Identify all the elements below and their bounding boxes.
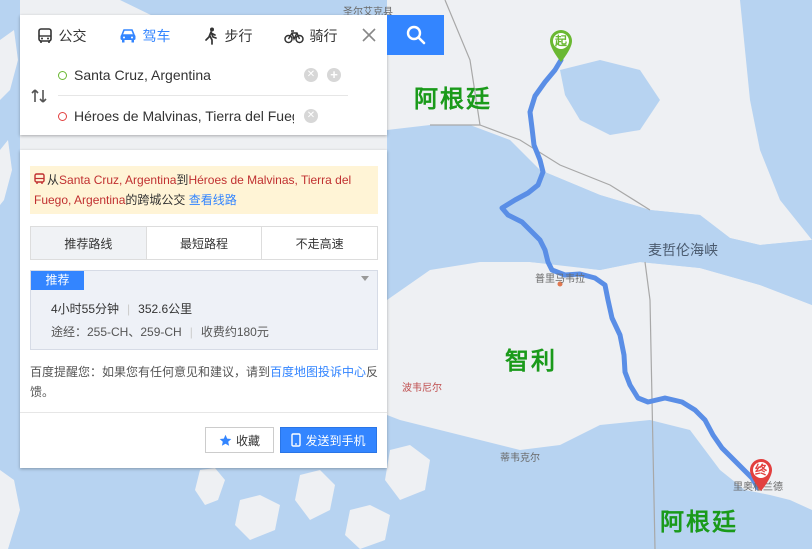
- clear-start-button[interactable]: ✕: [304, 68, 318, 82]
- start-marker[interactable]: 起: [548, 29, 574, 63]
- end-input[interactable]: Héroes de Malvinas, Tierra del Fuego: [74, 108, 294, 124]
- start-input[interactable]: Santa Cruz, Argentina: [74, 67, 294, 83]
- separator: |: [189, 325, 193, 339]
- bus-icon: [37, 28, 52, 43]
- route-plan-card[interactable]: 推荐 4小时55分钟 | 352.6公里 途经：255-CH、259-CH | 收费约1…: [30, 270, 378, 350]
- expand-caret-icon[interactable]: [361, 276, 369, 281]
- route-preference-tabs: 推荐路线 最短路程 不走高速: [30, 226, 378, 260]
- send-to-phone-button[interactable]: 发送到手机: [280, 427, 377, 453]
- tab-no-highway[interactable]: 不走高速: [261, 227, 377, 259]
- country-label-argentina-south: 阿根廷: [660, 509, 738, 536]
- plan-duration: 4小时55分钟: [51, 302, 120, 316]
- town-label-porvenir: 波韦尼尔: [402, 383, 442, 394]
- tab-bike[interactable]: 骑行: [269, 15, 352, 57]
- travel-mode-tabs: 公交 驾车 步行 骑行: [20, 15, 355, 57]
- start-dot-icon: [58, 70, 67, 80]
- search-icon: [406, 25, 425, 45]
- tab-bus[interactable]: 公交: [20, 15, 103, 57]
- phone-icon: [291, 433, 302, 447]
- plan-via: 途经：255-CH、259-CH: [51, 325, 182, 339]
- search-button[interactable]: [387, 15, 444, 55]
- close-icon: [362, 28, 376, 42]
- complaint-center-link[interactable]: 百度地图投诉中心: [270, 365, 366, 379]
- tab-recommended[interactable]: 推荐路线: [31, 227, 146, 259]
- tab-drive[interactable]: 驾车: [103, 15, 186, 57]
- route-result-panel: 从Santa Cruz, Argentina到Héroes de Malvina…: [20, 150, 387, 468]
- collect-label: 收藏: [235, 433, 260, 448]
- plan-toll: 收费约180元: [200, 325, 269, 339]
- collect-button[interactable]: 收藏: [205, 427, 274, 453]
- send-label: 发送到手机: [305, 433, 366, 448]
- plan-summary: 4小时55分钟 | 352.6公里: [51, 300, 192, 317]
- panel-divider: [20, 412, 387, 413]
- clear-end-button[interactable]: ✕: [304, 109, 318, 123]
- plan-badge: 推荐: [31, 271, 84, 290]
- plan-details: 途经：255-CH、259-CH | 收费约180元: [51, 323, 269, 340]
- country-label-argentina-north: 阿根廷: [414, 86, 492, 113]
- country-label-chile: 智利: [505, 348, 557, 375]
- field-divider: [58, 95, 348, 96]
- separator: |: [127, 302, 131, 316]
- car-icon: [120, 29, 135, 43]
- notice-middle: 到: [176, 173, 189, 187]
- end-dot-icon: [58, 111, 67, 121]
- strait-label: 麦哲伦海峡: [648, 242, 718, 258]
- notice-bus-icon: [34, 173, 45, 184]
- swap-icon: [31, 89, 47, 103]
- notice-suffix: 的跨城公交: [125, 193, 186, 207]
- start-marker-label: 起: [554, 34, 567, 48]
- swap-button[interactable]: [30, 87, 48, 105]
- star-icon: [219, 434, 232, 446]
- tab-shortest[interactable]: 最短路程: [145, 227, 262, 259]
- notice-start: Santa Cruz, Argentina: [59, 173, 177, 187]
- end-marker[interactable]: 终: [748, 458, 774, 492]
- notice-prefix: 从: [47, 173, 60, 187]
- feedback-tip: 百度提醒您：如果您有任何意见和建议，请到百度地图投诉中心反馈。: [30, 362, 380, 402]
- walk-icon: [204, 27, 217, 45]
- tab-bike-label: 骑行: [309, 28, 338, 44]
- town-label-primavera: 普里马韦拉: [535, 274, 585, 285]
- cross-city-notice: 从Santa Cruz, Argentina到Héroes de Malvina…: [30, 166, 378, 214]
- plan-distance: 352.6公里: [138, 302, 193, 316]
- tab-walk[interactable]: 步行: [186, 15, 269, 57]
- view-route-link[interactable]: 查看线路: [189, 193, 237, 207]
- end-marker-label: 终: [754, 463, 767, 477]
- add-waypoint-button[interactable]: +: [327, 68, 341, 82]
- close-button[interactable]: [359, 25, 379, 45]
- bike-icon: [283, 30, 304, 44]
- tab-bus-label: 公交: [58, 28, 87, 44]
- town-label-timaukel: 蒂韦克尔: [500, 453, 540, 464]
- tab-drive-label: 驾车: [142, 28, 171, 44]
- tip-before: 百度提醒您：如果您有任何意见和建议，请到: [30, 365, 271, 379]
- tab-walk-label: 步行: [224, 28, 253, 44]
- route-search-box: 公交 驾车 步行 骑行 Santa Cruz, Argentina ✕ + Hé…: [20, 15, 387, 135]
